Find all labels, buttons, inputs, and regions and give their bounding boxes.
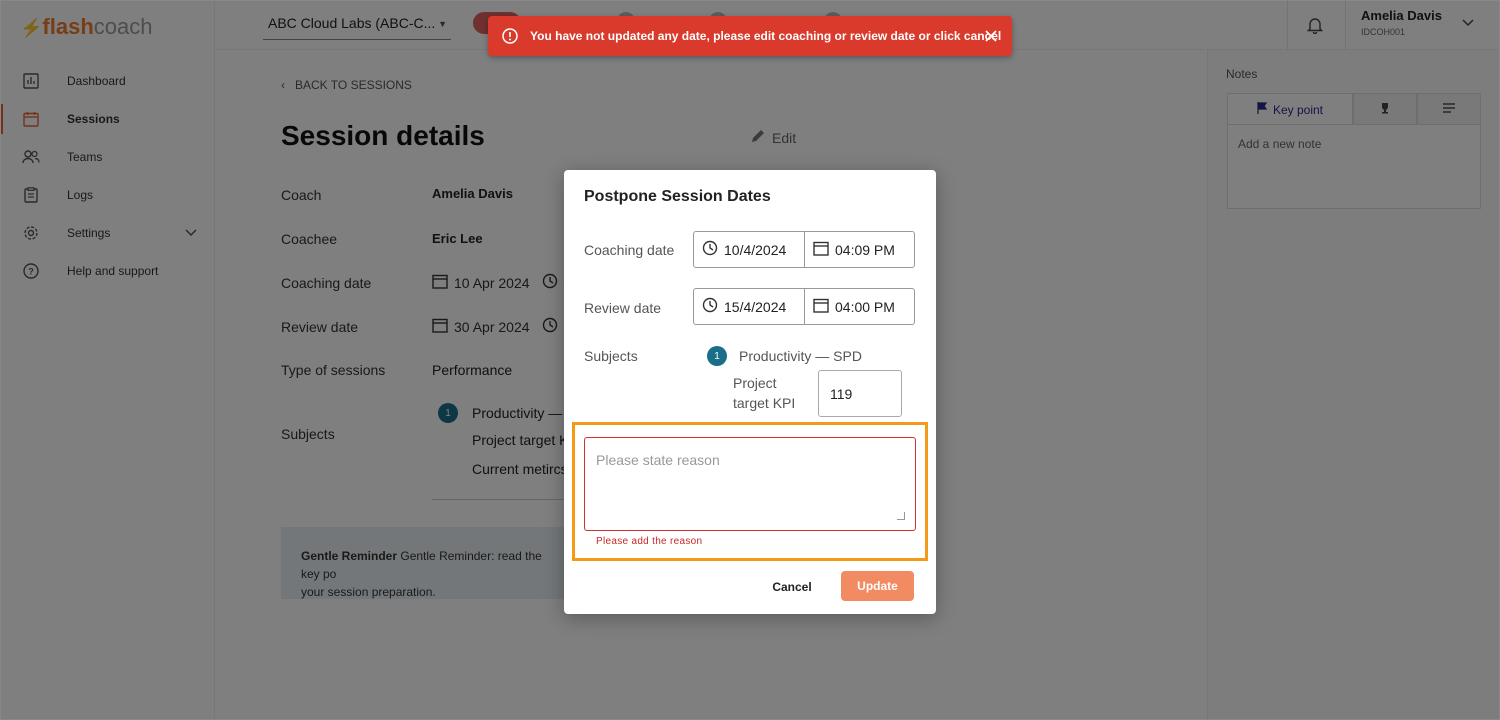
postpone-dialog: Postpone Session Dates Coaching date 10/… <box>564 170 936 614</box>
subject-number-badge: 1 <box>707 346 727 366</box>
review-date-input[interactable]: 15/4/2024 <box>694 289 805 324</box>
kpi-input[interactable]: 119 <box>818 370 902 417</box>
subject-item: 1 Productivity — SPD <box>707 346 862 366</box>
coaching-time-input[interactable]: 04:09 PM <box>805 232 914 267</box>
coaching-datetime-field: 10/4/2024 04:09 PM <box>693 231 915 268</box>
review-date-label: Review date <box>584 300 662 316</box>
error-toast: You have not updated any date, please ed… <box>488 16 1012 56</box>
error-icon <box>502 28 518 44</box>
subjects-label: Subjects <box>584 348 638 364</box>
calendar-icon <box>813 240 829 259</box>
update-button[interactable]: Update <box>841 571 914 601</box>
coaching-date-label: Coaching date <box>584 242 675 258</box>
clock-icon <box>702 240 718 259</box>
cancel-button[interactable]: Cancel <box>764 572 820 602</box>
kpi-label: Project target KPI <box>733 375 796 411</box>
review-datetime-field: 15/4/2024 04:00 PM <box>693 288 915 325</box>
resize-handle[interactable] <box>897 512 905 520</box>
close-icon[interactable] <box>982 27 1000 45</box>
calendar-icon <box>813 297 829 316</box>
dialog-title: Postpone Session Dates <box>584 188 771 205</box>
reason-error-text: Please add the reason <box>596 536 703 547</box>
clock-icon <box>702 297 718 316</box>
coaching-date-input[interactable]: 10/4/2024 <box>694 232 805 267</box>
reason-textarea[interactable]: Please state reason <box>584 437 916 531</box>
review-time-input[interactable]: 04:00 PM <box>805 289 914 324</box>
